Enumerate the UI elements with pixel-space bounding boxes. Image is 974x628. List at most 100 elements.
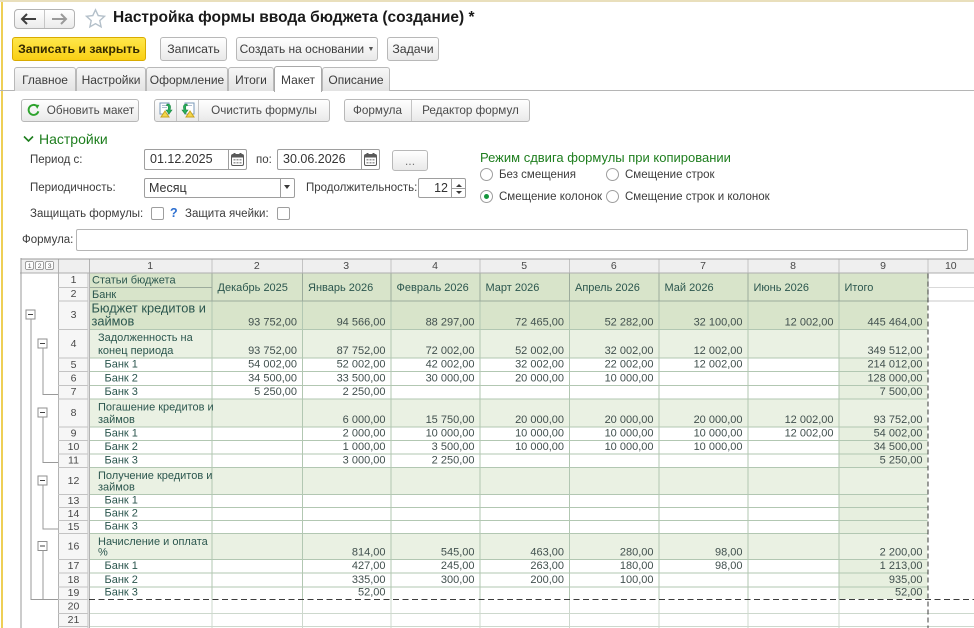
- svg-text:2 250,00: 2 250,00: [432, 454, 475, 466]
- svg-text:52 002,00: 52 002,00: [515, 345, 564, 357]
- svg-text:10: 10: [945, 260, 957, 272]
- svg-text:15: 15: [68, 521, 80, 533]
- svg-text:12: 12: [68, 475, 80, 487]
- svg-text:Банк 3: Банк 3: [105, 586, 138, 598]
- svg-text:Погашение кредитов и: Погашение кредитов и: [98, 402, 214, 414]
- svg-text:20 000,00: 20 000,00: [694, 414, 743, 426]
- svg-text:12 002,00: 12 002,00: [785, 427, 834, 439]
- svg-text:52 002,00: 52 002,00: [337, 359, 386, 371]
- svg-text:12 002,00: 12 002,00: [785, 317, 834, 329]
- svg-text:займов: займов: [92, 314, 135, 329]
- svg-text:33 500,00: 33 500,00: [337, 372, 386, 384]
- svg-text:98,00: 98,00: [715, 560, 743, 572]
- svg-text:2 000,00: 2 000,00: [343, 427, 386, 439]
- svg-text:34 500,00: 34 500,00: [874, 441, 923, 453]
- svg-text:18: 18: [68, 574, 80, 586]
- svg-text:Банк 2: Банк 2: [105, 372, 138, 384]
- svg-text:72 465,00: 72 465,00: [515, 317, 564, 329]
- svg-text:6: 6: [611, 260, 617, 272]
- svg-text:20 000,00: 20 000,00: [605, 414, 654, 426]
- svg-text:Банк 1: Банк 1: [105, 427, 138, 439]
- svg-text:3 000,00: 3 000,00: [343, 454, 386, 466]
- svg-text:10 000,00: 10 000,00: [605, 372, 654, 384]
- svg-text:5 250,00: 5 250,00: [254, 386, 297, 398]
- svg-text:Январь 2026: Январь 2026: [308, 282, 373, 294]
- svg-text:94 566,00: 94 566,00: [337, 317, 386, 329]
- svg-text:10 000,00: 10 000,00: [694, 441, 743, 453]
- svg-text:займов: займов: [98, 481, 135, 493]
- svg-text:17: 17: [68, 560, 80, 572]
- svg-text:1 213,00: 1 213,00: [880, 560, 923, 572]
- svg-text:Начисление и оплата: Начисление и оплата: [98, 536, 209, 548]
- svg-text:Получение кредитов и: Получение кредитов и: [98, 470, 212, 482]
- svg-text:10 000,00: 10 000,00: [605, 441, 654, 453]
- svg-text:1: 1: [71, 274, 77, 286]
- svg-text:2: 2: [71, 288, 77, 300]
- svg-text:Статьи бюджета: Статьи бюджета: [92, 275, 176, 287]
- svg-text:12 002,00: 12 002,00: [785, 414, 834, 426]
- svg-text:32 002,00: 32 002,00: [515, 359, 564, 371]
- svg-text:Банк 2: Банк 2: [105, 441, 138, 453]
- svg-text:7 500,00: 7 500,00: [880, 386, 923, 398]
- svg-text:935,00: 935,00: [889, 574, 923, 586]
- svg-text:10 000,00: 10 000,00: [605, 427, 654, 439]
- svg-text:5 250,00: 5 250,00: [880, 454, 923, 466]
- svg-text:19: 19: [68, 587, 80, 599]
- svg-text:22 002,00: 22 002,00: [605, 359, 654, 371]
- svg-text:2: 2: [254, 260, 260, 272]
- svg-text:52 282,00: 52 282,00: [605, 317, 654, 329]
- svg-text:128 000,00: 128 000,00: [867, 372, 922, 384]
- svg-text:34 500,00: 34 500,00: [248, 372, 297, 384]
- svg-text:32 100,00: 32 100,00: [694, 317, 743, 329]
- svg-text:1 000,00: 1 000,00: [343, 441, 386, 453]
- svg-text:Банк 1: Банк 1: [105, 494, 138, 506]
- svg-text:8: 8: [790, 260, 796, 272]
- svg-text:2 200,00: 2 200,00: [880, 546, 923, 558]
- svg-text:Май 2026: Май 2026: [665, 282, 714, 294]
- svg-text:200,00: 200,00: [530, 574, 564, 586]
- svg-text:Декабрь 2025: Декабрь 2025: [218, 282, 288, 294]
- svg-text:3 500,00: 3 500,00: [432, 441, 475, 453]
- svg-text:300,00: 300,00: [441, 574, 475, 586]
- svg-text:20: 20: [68, 600, 80, 612]
- svg-text:814,00: 814,00: [352, 546, 386, 558]
- svg-text:3: 3: [71, 309, 77, 321]
- svg-text:10: 10: [68, 441, 80, 453]
- svg-text:52,00: 52,00: [895, 586, 923, 598]
- svg-text:3: 3: [48, 263, 52, 270]
- svg-text:Февраль 2026: Февраль 2026: [397, 282, 469, 294]
- svg-text:11: 11: [68, 455, 79, 467]
- svg-text:Банк 3: Банк 3: [105, 454, 138, 466]
- svg-text:214 012,00: 214 012,00: [867, 359, 922, 371]
- svg-text:7: 7: [71, 386, 77, 398]
- svg-text:13: 13: [68, 495, 80, 507]
- svg-text:349 512,00: 349 512,00: [867, 345, 922, 357]
- svg-text:20 000,00: 20 000,00: [515, 414, 564, 426]
- svg-text:Банк 1: Банк 1: [105, 560, 138, 572]
- svg-text:7: 7: [700, 260, 706, 272]
- svg-text:10 000,00: 10 000,00: [694, 427, 743, 439]
- svg-text:98,00: 98,00: [715, 546, 743, 558]
- svg-text:1: 1: [147, 260, 153, 272]
- svg-text:9: 9: [71, 428, 77, 440]
- svg-text:займов: займов: [98, 414, 135, 426]
- svg-text:5: 5: [71, 359, 77, 371]
- svg-text:конец периода: конец периода: [98, 345, 174, 357]
- svg-text:Июнь 2026: Июнь 2026: [754, 282, 810, 294]
- svg-text:Март 2026: Март 2026: [486, 282, 540, 294]
- svg-text:335,00: 335,00: [352, 574, 386, 586]
- svg-text:3: 3: [343, 260, 349, 272]
- svg-text:6: 6: [71, 373, 77, 385]
- svg-text:463,00: 463,00: [530, 546, 564, 558]
- svg-text:263,00: 263,00: [530, 560, 564, 572]
- svg-text:21: 21: [68, 614, 80, 626]
- svg-text:54 002,00: 54 002,00: [874, 427, 923, 439]
- svg-text:Банк 3: Банк 3: [105, 386, 138, 398]
- svg-text:72 002,00: 72 002,00: [426, 345, 475, 357]
- svg-text:88 297,00: 88 297,00: [426, 317, 475, 329]
- svg-text:10 000,00: 10 000,00: [515, 427, 564, 439]
- svg-text:32 002,00: 32 002,00: [605, 345, 654, 357]
- svg-text:8: 8: [71, 407, 77, 419]
- svg-text:Итого: Итого: [845, 282, 874, 294]
- svg-text:%: %: [98, 546, 108, 558]
